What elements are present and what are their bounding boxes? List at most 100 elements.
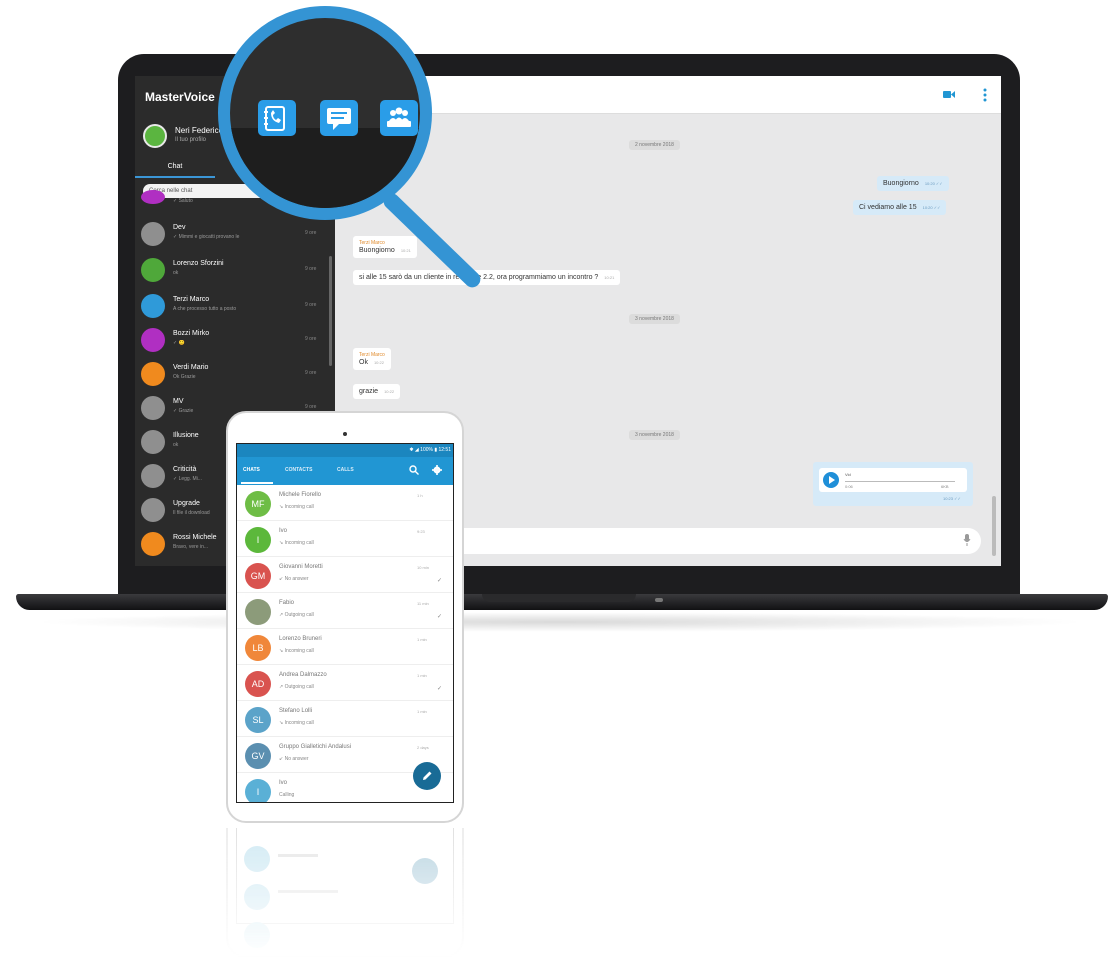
message-text: Buongiorno (359, 247, 395, 254)
contact-name: Upgrade (173, 500, 200, 507)
contact-name: Lorenzo Bruneri (279, 636, 322, 642)
contact-item[interactable]: Terzi Marco A che processo tutto a posto… (135, 290, 335, 323)
contact-time: 9 ore (305, 336, 317, 342)
call-time: 1 min (417, 673, 427, 678)
tablet-reflection (226, 828, 464, 958)
message-time: 10:23 ✓✓ (943, 496, 961, 501)
contact-time: 9 ore (305, 230, 317, 236)
phone-book-icon[interactable] (258, 100, 296, 136)
video-call-icon[interactable] (943, 90, 955, 99)
magnified-toolbar (230, 128, 420, 208)
magnifier-lens (218, 6, 432, 220)
call-list-item[interactable]: MF Michele Fiorello ↘ Incoming call 1 h (237, 485, 453, 521)
call-status: ↘ Incoming call (279, 648, 314, 654)
message-outgoing: Ci vediamo alle 15 10:20 ✓✓ (853, 200, 947, 215)
contact-name: Fabio (279, 600, 295, 606)
call-list-item[interactable]: I Ivo ↘ Incoming call 9:23 (237, 521, 453, 557)
contact-name: Ivo (279, 528, 288, 534)
tab-calls[interactable]: CALLS (337, 467, 354, 473)
group-icon[interactable] (380, 100, 418, 136)
contact-avatar: AD (245, 671, 271, 697)
tablet-camera (343, 432, 347, 436)
sidebar-scrollbar[interactable] (329, 256, 332, 366)
reflection-fab (412, 858, 438, 884)
contact-item[interactable]: Lorenzo Sforzini ok 9 ore (135, 254, 335, 287)
audio-progress-bar[interactable] (845, 481, 955, 482)
call-status: ↗ Outgoing call (279, 684, 314, 690)
contact-name: Gruppo Gialletichi Andalusi (279, 744, 352, 750)
call-list-item[interactable]: GM Giovanni Moretti ↙ No answer 10 min ✓ (237, 557, 453, 593)
reflection-line (278, 890, 338, 893)
call-time: 1 min (417, 637, 427, 642)
call-time: 2 days (417, 745, 429, 750)
call-list-item[interactable]: AD Andrea Dalmazzo ↗ Outgoing call 1 min… (237, 665, 453, 701)
call-list-item[interactable]: LB Lorenzo Bruneri ↘ Incoming call 1 min (237, 629, 453, 665)
tab-chats[interactable]: CHATS (243, 467, 260, 473)
check-icon: ✓ (437, 614, 443, 620)
contact-name: Michele Fiorello (279, 492, 322, 498)
contact-avatar: SL (245, 707, 271, 733)
contact-time: 9 ore (305, 302, 317, 308)
message-incoming: si alle 15 sarò da un cliente in revisio… (353, 270, 621, 285)
tab-chat[interactable]: Chat (135, 158, 215, 178)
chat-header (335, 76, 1001, 114)
contact-time: 9 ore (305, 404, 317, 410)
contact-last-message: ✓ 🙂 (173, 340, 185, 346)
contact-avatar: LB (245, 635, 271, 661)
gear-icon[interactable] (432, 465, 442, 475)
contact-item[interactable]: Verdi Mario Ok Grazie 9 ore (135, 358, 335, 391)
message-time: 10:20 ✓✓ (924, 181, 943, 186)
message-time: 10:20 ✓✓ (922, 205, 941, 210)
call-time: 9:23 (417, 529, 425, 534)
contact-avatar: GV (245, 743, 271, 769)
check-icon: ✓ (437, 686, 443, 692)
message-time: 10:21 (400, 248, 411, 253)
contact-item[interactable]: Dev ✓ Mimmi e giocatti provano le 9 ore (135, 218, 335, 251)
pencil-icon (423, 771, 432, 780)
message-text: Buongiorno (883, 180, 919, 187)
call-list-item[interactable]: Fabio ↗ Outgoing call 11 min ✓ (237, 593, 453, 629)
contact-avatar (141, 396, 165, 420)
contact-avatar (141, 532, 165, 556)
contact-avatar (141, 294, 165, 318)
check-icon: ✓ (437, 578, 443, 584)
call-status: ↘ Incoming call (279, 720, 314, 726)
microphone-icon[interactable] (963, 534, 971, 546)
contact-avatar: GM (245, 563, 271, 589)
call-time: 1 h (417, 493, 423, 498)
audio-label: Vid (845, 472, 851, 477)
contact-avatar: I (245, 527, 271, 553)
contact-name: Lorenzo Sforzini (173, 260, 224, 267)
contact-avatar (141, 328, 165, 352)
contact-avatar (245, 599, 271, 625)
call-list-item[interactable]: SL Stefano Lolli ↘ Incoming call 1 min (237, 701, 453, 737)
search-icon[interactable] (409, 465, 419, 475)
chat-message-icon[interactable] (320, 100, 358, 136)
contact-avatar (141, 464, 165, 488)
play-icon[interactable] (823, 472, 839, 488)
contact-name: Bozzi Mirko (173, 330, 210, 337)
tab-contacts[interactable]: CONTACTS (285, 467, 312, 473)
contact-avatar (141, 430, 165, 454)
message-sender: Terzi Marco (359, 240, 385, 246)
profile-name: Neri Federico (175, 126, 224, 135)
chat-scrollbar[interactable] (992, 496, 996, 556)
contact-item[interactable]: Bozzi Mirko ✓ 🙂 9 ore (135, 324, 335, 357)
reflection-avatar (244, 884, 270, 910)
app-title: MasterVoice (145, 90, 215, 104)
status-bar: ✱ ◢ 100% ▮ 12:51 (237, 444, 453, 457)
call-status: ↘ Incoming call (279, 504, 314, 510)
laptop-shadow (30, 612, 1090, 632)
contact-name: Terzi Marco (173, 296, 210, 303)
contact-name: Giovanni Moretti (279, 564, 323, 570)
call-status: ↙ No answer (279, 576, 309, 582)
compose-button[interactable] (413, 762, 441, 790)
reflection-avatar (244, 846, 270, 872)
mobile-app-bar: CHATS CONTACTS CALLS (237, 457, 453, 485)
call-status: Calling (279, 792, 295, 798)
message-incoming: Terzi Marco Ok 10:22 (353, 348, 391, 370)
contact-name: Andrea Dalmazzo (279, 672, 327, 678)
contact-name: Ivo (279, 780, 288, 786)
call-status: ↘ Incoming call (279, 540, 314, 546)
more-menu-icon[interactable] (983, 88, 987, 102)
